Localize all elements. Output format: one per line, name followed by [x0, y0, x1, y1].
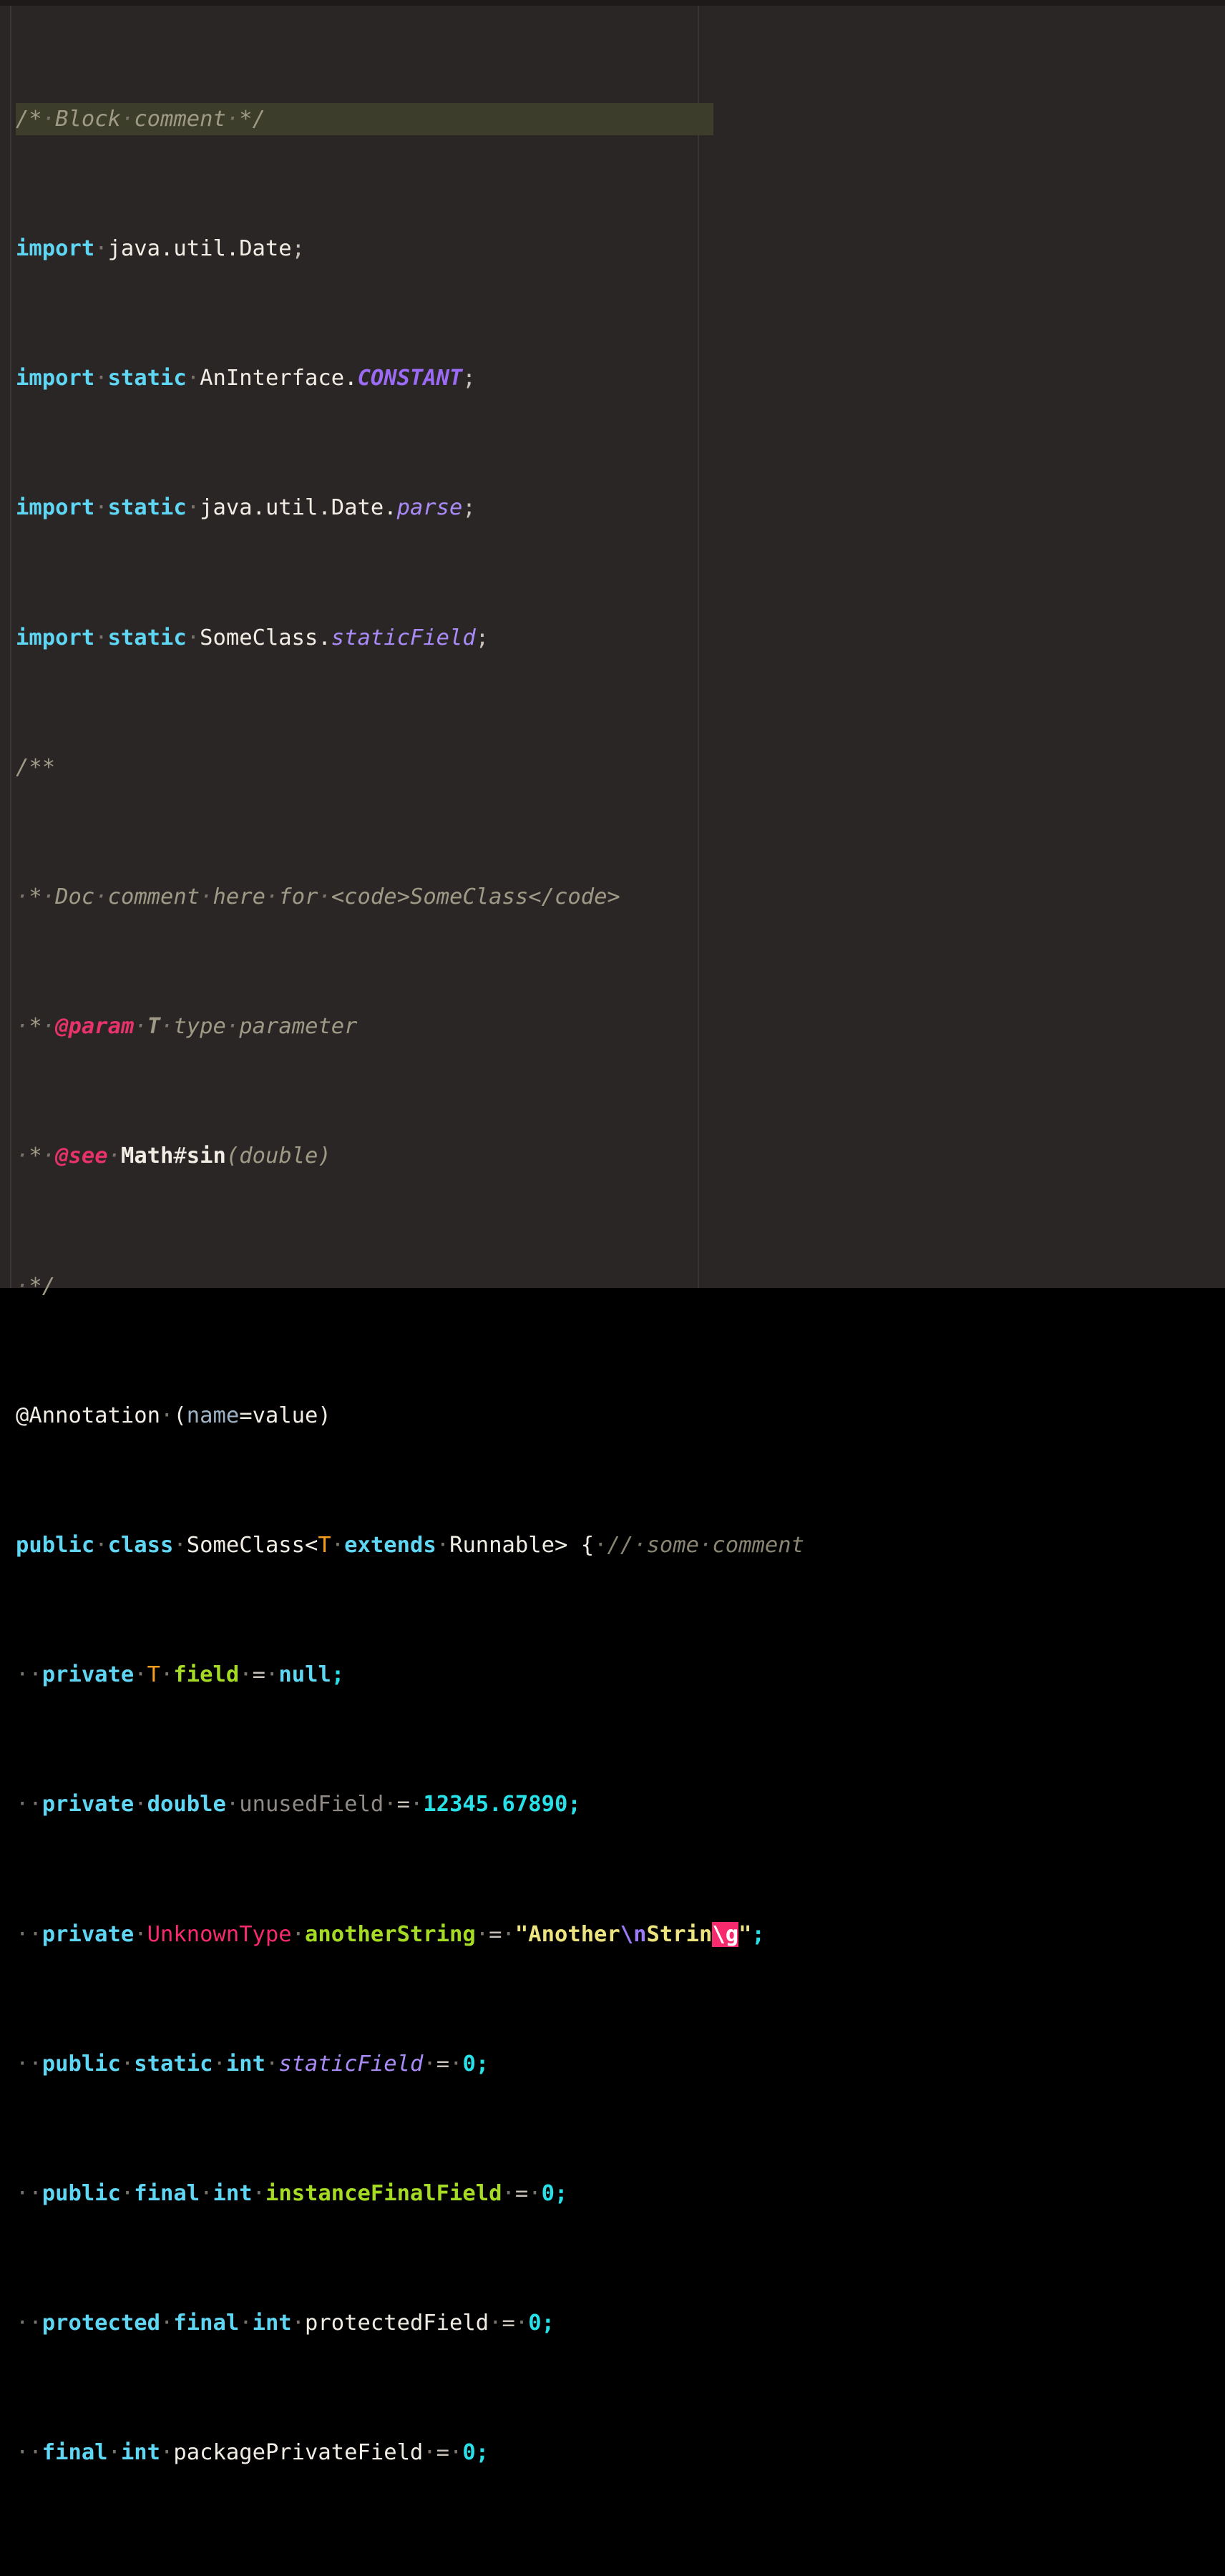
code-line-9[interactable]: ·*·@see·Math#sin(double) [16, 1140, 1225, 1172]
code-line-8[interactable]: ·*·@param·T·type·parameter [16, 1010, 1225, 1043]
code-line-17[interactable]: ··public·final·int·instanceFinalField·=·… [16, 2177, 1225, 2210]
code-content[interactable]: /*·Block·comment·*/ import·java.util.Dat… [0, 6, 1225, 2576]
code-line-6[interactable]: /** [16, 751, 1225, 784]
code-line-15[interactable]: ··private·UnknownType·anotherString·=·"A… [16, 1918, 1225, 1951]
code-line-18[interactable]: ··protected·final·int·protectedField·=·0… [16, 2307, 1225, 2339]
code-line-20[interactable] [16, 2566, 1225, 2576]
code-line-10[interactable]: ·*/ [16, 1270, 1225, 1302]
code-line-19[interactable]: ··final·int·packagePrivateField·=·0; [16, 2436, 1225, 2469]
code-line-7[interactable]: ·*·Doc·comment·here·for·<code>SomeClass<… [16, 881, 1225, 913]
code-line-5[interactable]: import·static·SomeClass.staticField; [16, 622, 1225, 654]
code-line-16[interactable]: ··public·static·int·staticField·=·0; [16, 2048, 1225, 2080]
code-editor[interactable]: /*·Block·comment·*/ import·java.util.Dat… [0, 0, 1225, 2465]
code-line-1[interactable]: /*·Block·comment·*/ [16, 102, 713, 136]
block-comment: /*·Block·comment·*/ [16, 106, 265, 132]
code-line-12[interactable]: public·class·SomeClass<T·extends·Runnabl… [16, 1529, 1225, 1561]
code-line-11[interactable]: @Annotation·(name=value) [16, 1400, 1225, 1432]
editor-top-strip [0, 0, 1225, 6]
code-line-3[interactable]: import·static·AnInterface.CONSTANT; [16, 362, 1225, 394]
invalid-escape-highlight: \g [712, 1921, 739, 1947]
code-line-14[interactable]: ··private·double·unusedField·=·12345.678… [16, 1788, 1225, 1820]
code-line-4[interactable]: import·static·java.util.Date.parse; [16, 492, 1225, 524]
code-line-13[interactable]: ··private·T·field·=·null; [16, 1659, 1225, 1691]
code-line-2[interactable]: import·java.util.Date; [16, 233, 1225, 265]
